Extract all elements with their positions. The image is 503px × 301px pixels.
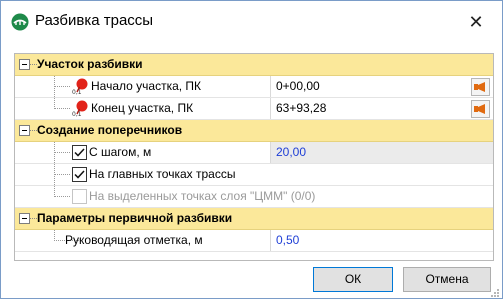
category-label: Участок разбивки xyxy=(37,57,143,71)
property-name-cell: 0,1 Начало участка, ПК xyxy=(15,76,271,97)
pick-point-button[interactable] xyxy=(471,100,490,118)
road-route-icon xyxy=(11,13,29,31)
pick-arrow-icon xyxy=(474,104,485,114)
category-label: Параметры первичной разбивки xyxy=(37,211,233,225)
property-label: Конец участка, ПК xyxy=(91,101,194,115)
svg-text:0,1: 0,1 xyxy=(72,89,82,95)
property-label: На выделенных точках слоя "ЦММ" (0/0) xyxy=(89,189,316,203)
property-label: Руководящая отметка, м xyxy=(65,233,203,247)
property-row-end[interactable]: 0,1 Конец участка, ПК 63+93,28 xyxy=(15,98,493,120)
guide-mark-value[interactable]: 0,50 xyxy=(276,233,299,247)
close-button[interactable]: ✕ xyxy=(463,9,489,35)
property-value-cell[interactable]: 20,00 xyxy=(271,142,493,163)
tree-line xyxy=(29,130,37,131)
property-name-cell: 0,1 Конец участка, ПК xyxy=(15,98,271,119)
property-name-cell: С шагом, м xyxy=(15,142,271,163)
red-pin-icon: 0,1 xyxy=(72,78,88,96)
dialog-window: Разбивка трассы ✕ Участок разбивки 0,1 Н… xyxy=(0,0,503,299)
checkbox-dtm-points[interactable] xyxy=(72,189,87,204)
pick-arrow-icon xyxy=(474,82,485,92)
property-value-cell[interactable]: 63+93,28 xyxy=(271,98,493,119)
svg-text:0,1: 0,1 xyxy=(72,111,82,117)
checkbox-step[interactable] xyxy=(72,145,87,160)
property-row-main-points[interactable]: На главных точках трассы xyxy=(15,164,493,186)
property-row-guide-mark[interactable]: Руководящая отметка, м 0,50 xyxy=(15,230,493,252)
category-row-section[interactable]: Участок разбивки xyxy=(15,54,493,76)
pick-point-button[interactable] xyxy=(471,78,490,96)
cancel-button[interactable]: Отмена xyxy=(403,267,491,292)
category-row-section[interactable]: Создание поперечников xyxy=(15,120,493,142)
red-pin-icon: 0,1 xyxy=(72,100,88,118)
category-label: Создание поперечников xyxy=(37,123,183,137)
property-value-cell[interactable]: 0,50 xyxy=(271,230,493,251)
property-value-cell[interactable]: 0+00,00 xyxy=(271,76,493,97)
property-row-step[interactable]: С шагом, м 20,00 xyxy=(15,142,493,164)
property-row-dtm-points[interactable]: На выделенных точках слоя "ЦММ" (0/0) xyxy=(15,186,493,208)
property-name-cell: На выделенных точках слоя "ЦММ" (0/0) xyxy=(15,186,493,207)
property-row-start[interactable]: 0,1 Начало участка, ПК 0+00,00 xyxy=(15,76,493,98)
property-label: На главных точках трассы xyxy=(89,167,236,181)
end-station-value[interactable]: 63+93,28 xyxy=(276,101,326,115)
tree-line xyxy=(29,218,37,219)
property-name-cell: На главных точках трассы xyxy=(15,164,493,185)
property-label: Начало участка, ПК xyxy=(91,79,202,93)
window-title: Разбивка трассы xyxy=(35,12,154,29)
checkmark-icon xyxy=(74,170,85,179)
title-bar: Разбивка трассы ✕ xyxy=(1,1,502,42)
checkmark-icon xyxy=(74,148,85,157)
start-station-value[interactable]: 0+00,00 xyxy=(276,79,320,93)
property-grid: Участок разбивки 0,1 Начало участка, ПК … xyxy=(14,53,494,261)
property-name-cell: Руководящая отметка, м xyxy=(15,230,271,251)
ok-button[interactable]: ОК xyxy=(313,267,393,292)
checkbox-main-points[interactable] xyxy=(72,167,87,182)
category-row-section[interactable]: Параметры первичной разбивки xyxy=(15,208,493,230)
resize-grip-icon[interactable] xyxy=(490,287,500,297)
step-value[interactable]: 20,00 xyxy=(276,145,306,159)
tree-line xyxy=(29,64,37,65)
property-label: С шагом, м xyxy=(89,145,152,159)
